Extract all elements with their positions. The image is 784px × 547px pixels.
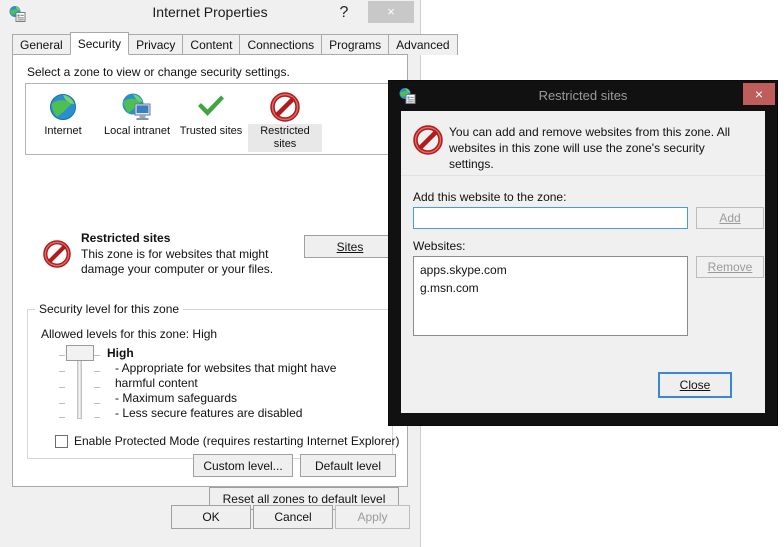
slider-tick [94,417,100,418]
zone-prompt-label: Select a zone to view or change security… [27,65,290,79]
tab-privacy[interactable]: Privacy [128,34,184,55]
add-website-button: Add [696,207,764,229]
add-website-input[interactable] [413,207,688,229]
slider-tick [94,355,100,356]
red-prohibition-icon [248,90,322,124]
custom-level-button[interactable]: Custom level... [193,454,293,477]
security-level-legend: Security level for this zone [35,302,184,316]
zone-trusted-sites[interactable]: Trusted sites [174,88,248,139]
zone-internet[interactable]: Internet [26,88,100,139]
slider-tick [59,403,65,404]
sites-button[interactable]: Sites [304,235,396,258]
add-website-label: Add this website to the zone: [413,190,567,204]
slider-tick [59,387,65,388]
tab-security[interactable]: Security [69,32,130,55]
help-button[interactable]: ? [332,1,356,25]
zone-selector: Internet Local intranet Trusted sites Re… [25,83,395,155]
internet-properties-window: Internet Properties ? × General Security… [0,0,458,547]
slider-tick [59,417,65,418]
websites-list[interactable]: apps.skype.com g.msn.com [413,256,688,336]
zone-local-intranet[interactable]: Local intranet [100,88,174,139]
red-prohibition-icon [413,125,443,160]
security-tab-body: Select a zone to view or change security… [12,54,408,510]
slider-thumb[interactable] [66,345,94,361]
list-item[interactable]: g.msn.com [414,279,687,297]
tab-general[interactable]: General [12,34,71,55]
remove-website-button: Remove [696,256,764,278]
zone-restricted-sites[interactable]: Restricted sites [248,88,322,152]
ok-button[interactable]: OK [171,505,251,529]
close-button[interactable]: Close [658,372,732,398]
level-bullet: - Less secure features are disabled [115,406,303,420]
level-bullet: - Appropriate for websites that might ha… [115,361,337,390]
level-bullet: - Maximum safeguards [115,391,238,405]
default-level-label: Default level [314,458,382,473]
zone-description-title: Restricted sites [81,231,171,245]
zone-description-text: This zone is for websites that might dam… [81,247,274,276]
zone-label: Internet [44,125,82,137]
tab-connections[interactable]: Connections [239,34,323,55]
screen: Internet Properties ? × General Security… [0,0,784,547]
tab-panel: General Security Privacy Content Connect… [12,32,458,510]
cancel-button[interactable]: Cancel [253,505,333,529]
security-level-slider[interactable] [57,345,101,420]
add-button-label: Add [719,211,741,225]
tab-strip: General Security Privacy Content Connect… [12,32,458,55]
dialog-title: Restricted sites [538,88,628,103]
apply-button: Apply [335,505,410,529]
tab-programs[interactable]: Programs [321,34,390,55]
list-item[interactable]: apps.skype.com [414,261,687,279]
ok-button-label: OK [202,510,220,524]
close-dialog-button[interactable]: × [743,83,775,105]
slider-tick [59,355,65,356]
green-check-icon [174,90,248,124]
default-level-button[interactable]: Default level [300,454,396,477]
tab-content[interactable]: Content [182,34,241,55]
allowed-levels-label: Allowed levels for this zone: High [41,327,218,341]
protected-mode-label: Enable Protected Mode (requires restarti… [74,434,400,448]
close-window-button[interactable]: × [368,1,414,23]
slider-tick [59,371,65,372]
slider-tick [94,387,100,388]
protected-mode-row[interactable]: Enable Protected Mode (requires restarti… [55,434,400,448]
restricted-sites-dialog: Restricted sites × You can add and remov… [389,81,777,425]
sites-button-label: Sites [336,239,364,254]
security-level-bullets: - Appropriate for websites that might ha… [115,361,375,421]
zone-label: Local intranet [103,125,171,137]
dialog-title-bar: Restricted sites × [389,81,777,111]
security-level-name: High [107,346,134,360]
title-bar: Internet Properties ? × [0,0,420,28]
cancel-button-label: Cancel [274,510,312,524]
window-title: Internet Properties [152,4,268,20]
remove-button-label: Remove [707,260,753,274]
dialog-info-text: You can add and remove websites from thi… [449,125,731,171]
tab-advanced[interactable]: Advanced [388,34,458,55]
reset-all-zones-label: Reset all zones to default level [222,491,386,506]
custom-level-label: Custom level... [203,458,283,473]
websites-label: Websites: [413,239,466,253]
close-button-label: Close [679,378,711,392]
globe-computer-icon [100,90,174,124]
globe-icon [26,90,100,124]
protected-mode-checkbox[interactable] [55,434,68,448]
dialog-info-band: You can add and remove websites from thi… [401,111,765,176]
zone-description-icon [43,240,71,273]
apply-button-label: Apply [357,510,388,524]
dialog-body: You can add and remove websites from thi… [401,111,765,413]
zone-label: Restricted sites [248,124,322,152]
zone-label: Trusted sites [179,125,243,137]
slider-tick [94,403,100,404]
slider-tick [94,371,100,372]
